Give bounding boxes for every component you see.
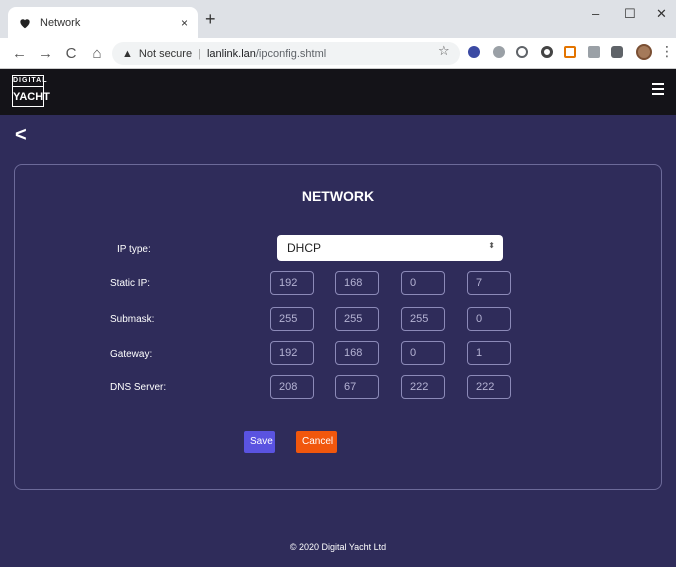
submask-octet-1[interactable]: 255: [270, 307, 314, 331]
dns-server-label: DNS Server:: [110, 382, 167, 393]
dns-octet-4[interactable]: 222: [467, 375, 511, 399]
extension-icon[interactable]: [588, 46, 600, 58]
reload-button[interactable]: C: [64, 45, 78, 62]
gateway-octet-3[interactable]: 0: [401, 341, 445, 365]
dns-octet-1[interactable]: 208: [270, 375, 314, 399]
select-arrow-icon: ⬍: [488, 241, 495, 250]
dns-octet-3[interactable]: 222: [401, 375, 445, 399]
extension-icon[interactable]: [541, 46, 553, 58]
puzzle-icon[interactable]: [611, 46, 623, 58]
extension-icon[interactable]: [564, 46, 576, 58]
address-bar: ← → C ⌂ ▲ Not secure | lanlink.lan/ipcon…: [0, 38, 676, 69]
forward-button[interactable]: →: [38, 45, 53, 62]
browser-tab[interactable]: Network ×: [8, 7, 198, 38]
url-path: /ipconfig.shtml: [255, 47, 327, 60]
warning-icon: ▲: [122, 47, 133, 60]
static-ip-octet-4[interactable]: 7: [467, 271, 511, 295]
gateway-label: Gateway:: [110, 349, 153, 360]
back-arrow-icon[interactable]: <: [15, 124, 27, 147]
browser-tab-bar: Network × + – ☐ ✕: [0, 0, 676, 38]
url-host: lanlink.lan: [206, 47, 256, 60]
tab-title: Network: [40, 16, 81, 29]
back-button[interactable]: ←: [12, 45, 27, 62]
divider: |: [198, 47, 201, 60]
gateway-octet-2[interactable]: 168: [335, 341, 379, 365]
security-label: Not secure: [138, 47, 193, 60]
gateway-octet-1[interactable]: 192: [270, 341, 314, 365]
heart-icon: [20, 18, 30, 28]
ip-type-value: DHCP: [287, 241, 322, 255]
avatar[interactable]: [636, 44, 652, 60]
new-tab-button[interactable]: +: [205, 9, 216, 30]
site-header: [0, 69, 676, 115]
ip-type-select[interactable]: DHCP ⬍: [277, 235, 503, 261]
static-ip-label: Static IP:: [110, 278, 151, 289]
extension-icon[interactable]: [493, 46, 505, 58]
gateway-octet-4[interactable]: 1: [467, 341, 511, 365]
submask-octet-4[interactable]: 0: [467, 307, 511, 331]
hamburger-menu-icon[interactable]: [652, 83, 664, 95]
submask-label: Submask:: [110, 314, 155, 325]
dns-octet-2[interactable]: 67: [335, 375, 379, 399]
home-button[interactable]: ⌂: [90, 45, 104, 62]
submask-octet-3[interactable]: 255: [401, 307, 445, 331]
maximize-button[interactable]: ☐: [624, 6, 636, 22]
minimize-button[interactable]: –: [592, 6, 599, 21]
static-ip-octet-3[interactable]: 0: [401, 271, 445, 295]
page-title: NETWORK: [301, 188, 375, 204]
cancel-button[interactable]: Cancel: [296, 431, 337, 453]
save-button[interactable]: Save: [244, 431, 275, 453]
digital-yacht-logo[interactable]: DIGITAL YACHT: [12, 75, 50, 107]
bookmark-star-icon[interactable]: ☆: [438, 43, 450, 59]
footer-copyright: © 2020 Digital Yacht Ltd: [289, 542, 387, 552]
static-ip-octet-2[interactable]: 168: [335, 271, 379, 295]
browser-menu-icon[interactable]: ⋮: [660, 43, 674, 60]
extension-icon[interactable]: [516, 46, 528, 58]
ip-type-label: IP type:: [117, 244, 151, 255]
tab-close-icon[interactable]: ×: [181, 16, 188, 30]
submask-octet-2[interactable]: 255: [335, 307, 379, 331]
close-window-button[interactable]: ✕: [656, 6, 667, 22]
static-ip-octet-1[interactable]: 192: [270, 271, 314, 295]
extension-icon[interactable]: [468, 46, 480, 58]
url-input[interactable]: ▲ Not secure | lanlink.lan/ipconfig.shtm…: [112, 42, 460, 65]
